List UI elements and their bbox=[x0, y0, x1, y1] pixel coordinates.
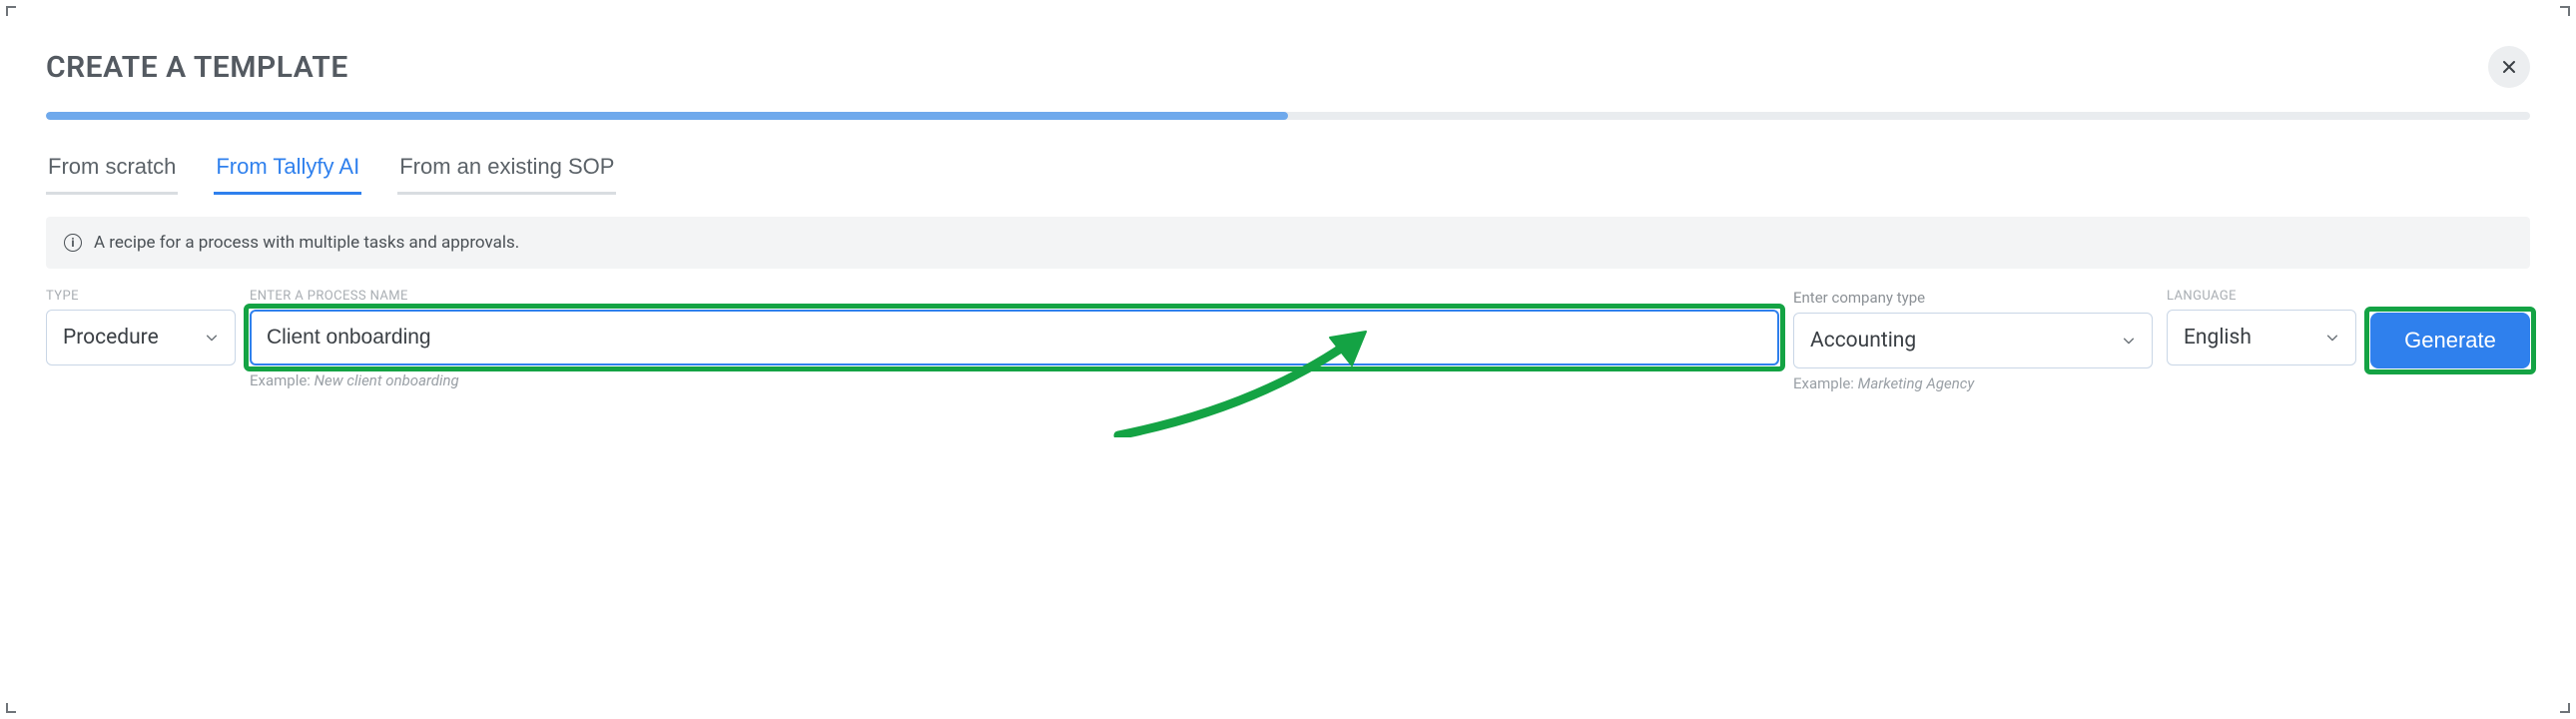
process-name-input-wrap bbox=[250, 310, 1779, 365]
crop-mark bbox=[2556, 699, 2570, 713]
chevron-down-icon bbox=[2325, 331, 2339, 345]
info-banner-text: A recipe for a process with multiple tas… bbox=[94, 233, 519, 253]
progress-bar bbox=[46, 112, 2530, 120]
process-name-input[interactable] bbox=[267, 326, 1762, 350]
process-name-helper: Example: New client onboarding bbox=[250, 371, 1779, 389]
info-icon: i bbox=[64, 234, 82, 252]
page-title: CREATE A TEMPLATE bbox=[46, 50, 348, 85]
process-name-label: ENTER A PROCESS NAME bbox=[250, 289, 1779, 304]
tab-from-tallyfy-ai[interactable]: From Tallyfy AI bbox=[214, 150, 361, 195]
type-label: TYPE bbox=[46, 289, 236, 304]
form-row: TYPE Procedure ENTER A PROCESS NAME Exam… bbox=[46, 289, 2530, 392]
tab-from-scratch[interactable]: From scratch bbox=[46, 150, 178, 195]
type-value: Procedure bbox=[63, 326, 159, 350]
close-icon bbox=[2501, 59, 2517, 75]
company-type-value: Accounting bbox=[1810, 329, 1916, 353]
company-type-select[interactable]: Accounting bbox=[1793, 313, 2153, 368]
progress-fill bbox=[46, 112, 1288, 120]
close-button[interactable] bbox=[2488, 46, 2530, 88]
chevron-down-icon bbox=[2122, 334, 2136, 348]
type-select[interactable]: Procedure bbox=[46, 310, 236, 365]
language-value: English bbox=[2184, 326, 2252, 350]
language-label: LANGUAGE bbox=[2167, 289, 2356, 304]
language-select[interactable]: English bbox=[2167, 310, 2356, 365]
info-banner: i A recipe for a process with multiple t… bbox=[46, 217, 2530, 269]
generate-highlight: Generate bbox=[2370, 313, 2530, 368]
chevron-down-icon bbox=[205, 331, 219, 345]
company-type-helper: Example: Marketing Agency bbox=[1793, 374, 2153, 392]
source-tabs: From scratch From Tallyfy AI From an exi… bbox=[46, 150, 2530, 195]
company-type-label: Enter company type bbox=[1793, 289, 2153, 307]
create-template-dialog: CREATE A TEMPLATE From scratch From Tall… bbox=[0, 0, 2576, 412]
tab-from-existing-sop[interactable]: From an existing SOP bbox=[397, 150, 616, 195]
crop-mark bbox=[6, 699, 20, 713]
generate-button[interactable]: Generate bbox=[2370, 313, 2530, 368]
process-name-highlight bbox=[250, 310, 1779, 365]
